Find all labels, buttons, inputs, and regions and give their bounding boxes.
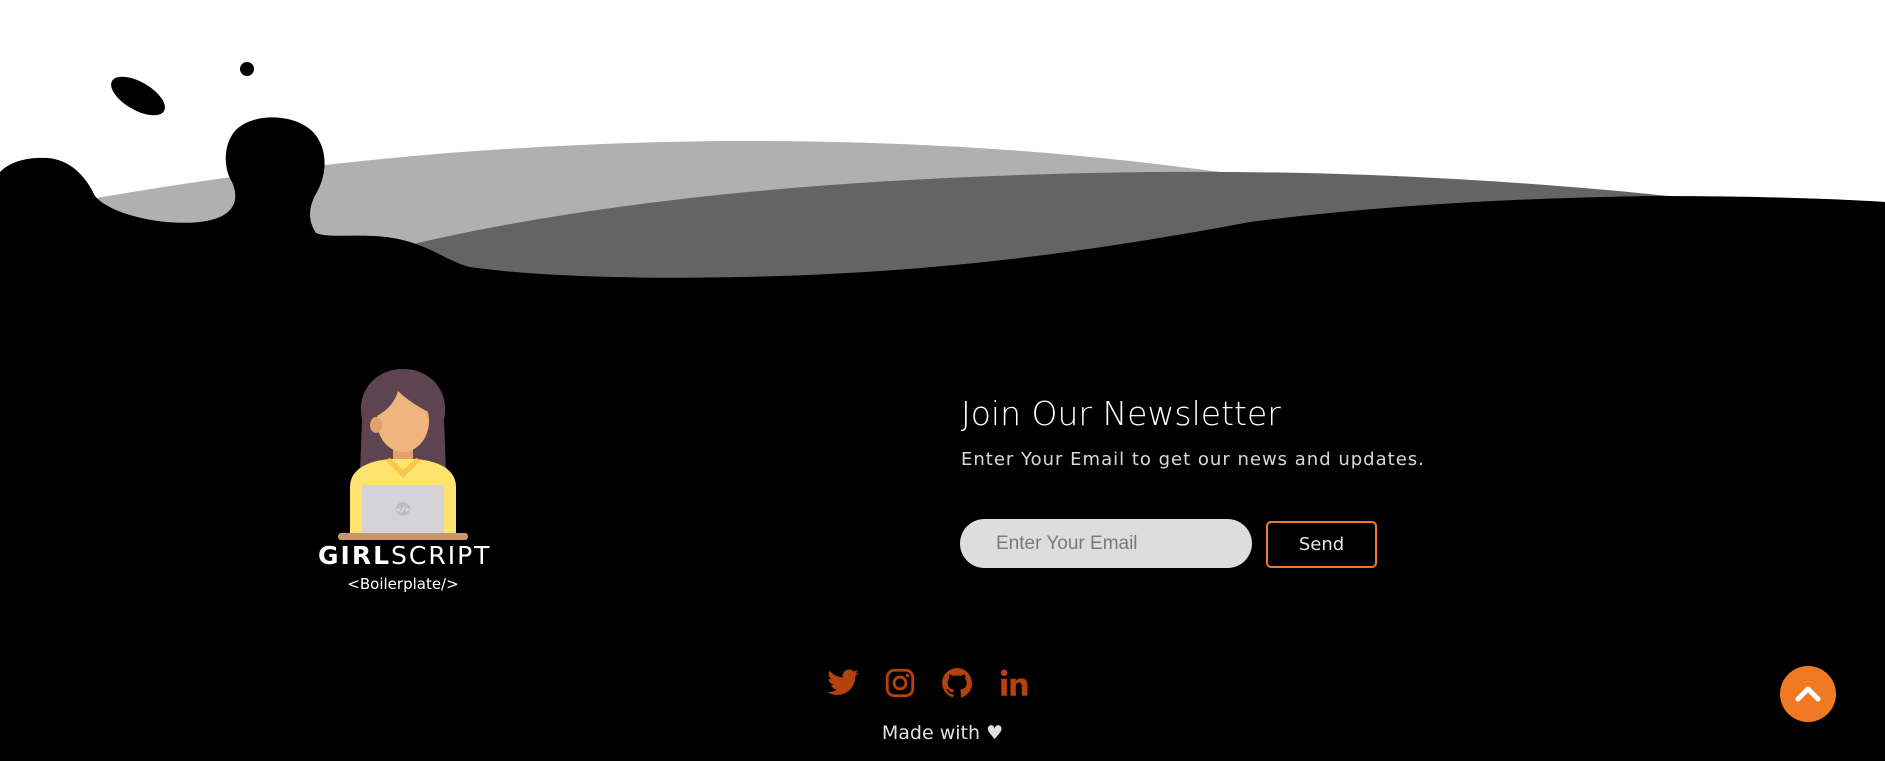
github-icon (942, 668, 973, 698)
logo-wordmark-bold: GIRL (318, 541, 392, 570)
github-link[interactable] (940, 666, 974, 700)
footer-content: </> GIRLSCRIPT <Boilerplate/> Join Our N… (0, 0, 1885, 761)
linkedin-icon (1000, 669, 1028, 696)
girlscript-logo[interactable]: </> GIRLSCRIPT <Boilerplate/> (318, 365, 492, 595)
desk (338, 533, 468, 540)
newsletter-subtitle: Enter Your Email to get our news and upd… (961, 449, 1425, 470)
twitter-link[interactable] (826, 666, 860, 700)
newsletter-title: Join Our Newsletter (961, 394, 1281, 433)
girl-with-laptop-icon: </> (338, 369, 468, 540)
footer-section: </> GIRLSCRIPT <Boilerplate/> Join Our N… (0, 0, 1885, 761)
laptop-code-mark: </> (397, 506, 410, 514)
ear (370, 417, 382, 433)
instagram-link[interactable] (883, 666, 917, 700)
scroll-to-top-button[interactable] (1780, 666, 1836, 722)
twitter-icon (827, 669, 859, 695)
send-button[interactable]: Send (1266, 521, 1377, 568)
logo-subtitle: <Boilerplate/> (347, 575, 459, 593)
linkedin-link[interactable] (997, 666, 1031, 700)
logo-wordmark-light: SCRIPT (391, 541, 492, 570)
chevron-up-icon (1795, 686, 1821, 702)
made-with-text: Made with ♥ (881, 722, 1004, 744)
logo-wordmark: GIRLSCRIPT (318, 541, 492, 570)
instagram-icon (885, 668, 915, 698)
email-input[interactable] (960, 519, 1252, 568)
